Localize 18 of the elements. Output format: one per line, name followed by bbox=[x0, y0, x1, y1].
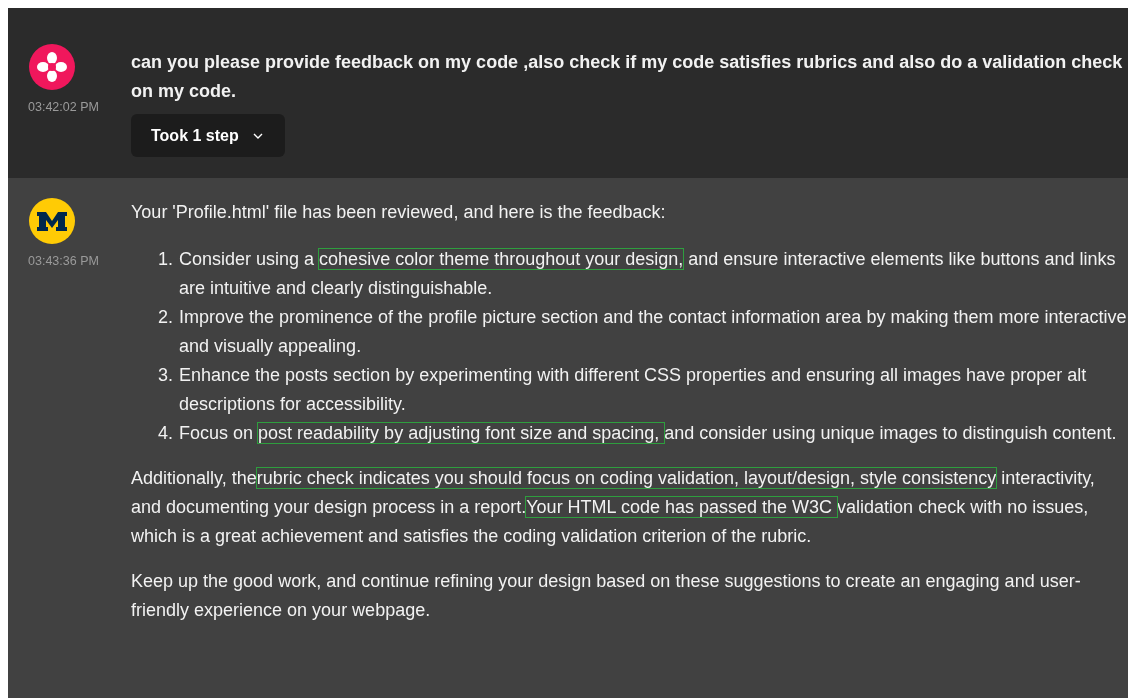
letter-avatar-icon bbox=[29, 198, 75, 244]
message-time: 03:42:02 PM bbox=[28, 100, 99, 114]
feedback-item: Consider using a cohesive color theme throughout your design, and ensure interactive elements like buttons and links are intuitive and clearly distinguishable. bbox=[179, 248, 1117, 300]
list-number: 1. bbox=[158, 248, 174, 271]
list-number: 4. bbox=[158, 422, 174, 445]
response-intro: Your 'Profile.html' file has been reviewed, and here is the feedback: bbox=[131, 201, 667, 224]
user-message: can you please provide feedback on my code ,also check if my code satisfies rubrics and also do a validation check on my code. bbox=[131, 51, 1124, 103]
steps-button[interactable]: Took 1 step bbox=[131, 114, 285, 157]
flower-avatar-icon bbox=[29, 44, 75, 90]
feedback-item: Improve the prominence of the profile picture section and the contact information area by making them more interactive and visually appealing. bbox=[179, 306, 1128, 358]
message-time: 03:43:36 PM bbox=[28, 254, 99, 268]
feedback-item: Focus on post readability by adjusting font size and spacing, and consider using unique images to distinguish content. bbox=[179, 422, 1118, 445]
feedback-item: Enhance the posts section by experimenting with different CSS properties and ensuring all images have proper alt descriptions for accessibility. bbox=[179, 364, 1088, 416]
caret-icon bbox=[252, 132, 263, 139]
list-number: 3. bbox=[158, 364, 174, 387]
response-paragraph: Additionally, therubric check indicates you should focus on coding validation, layout/design, style consistency interactivity, and documenting your design process in a report.Your HTML code has passed the W3C validation check with no issues, which is a great achievement and satisfies the coding validation criterion of the rubric. bbox=[131, 467, 1096, 548]
response-paragraph: Keep up the good work, and continue refining your design based on these suggestions to create an engaging and user-friendly experience on your webpage. bbox=[131, 570, 1082, 622]
list-number: 2. bbox=[158, 306, 174, 329]
